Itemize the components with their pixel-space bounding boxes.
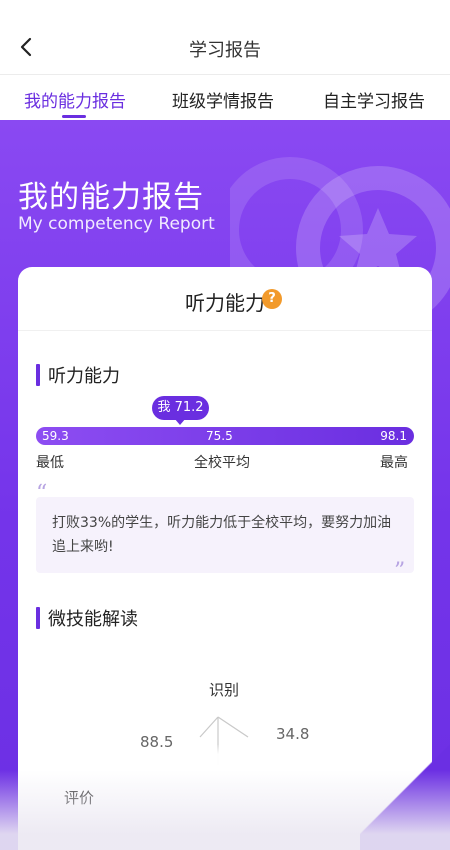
open-quote-icon: “ (36, 481, 48, 506)
listening-section-header: 听力能力 (36, 362, 120, 388)
average-label: 全校平均 (194, 455, 250, 471)
micro-skill-section-header: 微技能解读 (36, 605, 138, 631)
average-score-value: 75.5 (206, 429, 233, 443)
hero-title: 我的能力报告 (18, 180, 204, 215)
max-label: 最高 (380, 455, 408, 471)
close-quote-icon: ” (394, 559, 406, 584)
bottom-accent-wedge (360, 730, 450, 850)
radar-axis-left-label: 评价 (64, 789, 95, 807)
section-accent-bar (36, 364, 40, 386)
radar-highlight-overlay (138, 745, 328, 785)
comment-box: 打败33%的学生，听力能力低于全校平均，要努力加油追上来哟! (36, 497, 414, 573)
radar-value-right: 34.8 (276, 725, 310, 743)
my-score-badge: 我 71.2 (152, 396, 209, 420)
max-score-value: 98.1 (380, 429, 407, 443)
report-tabs: 我的能力报告 班级学情报告 自主学习报告 (0, 75, 450, 120)
hero-subtitle: My competency Report (18, 214, 215, 234)
tab-class-report[interactable]: 班级学情报告 (172, 87, 274, 112)
radar-axis-top-label: 识别 (209, 681, 240, 699)
card-title: 听力能力 (185, 291, 265, 315)
section-accent-bar (36, 607, 40, 629)
min-label: 最低 (36, 455, 64, 471)
active-tab-indicator (62, 115, 86, 118)
card-divider (18, 330, 432, 331)
score-range-bar: 59.3 75.5 98.1 (36, 427, 414, 445)
section-title: 微技能解读 (48, 609, 138, 630)
page-title: 学习报告 (189, 40, 261, 61)
tab-self-study-report[interactable]: 自主学习报告 (323, 87, 425, 112)
tab-my-ability-report[interactable]: 我的能力报告 (24, 87, 126, 112)
comment-text: 打败33%的学生，听力能力低于全校平均，要努力加油追上来哟! (52, 515, 392, 555)
score-pointer (174, 418, 186, 425)
min-score-value: 59.3 (42, 429, 69, 443)
help-icon[interactable]: ? (262, 289, 282, 309)
section-title: 听力能力 (48, 366, 120, 387)
